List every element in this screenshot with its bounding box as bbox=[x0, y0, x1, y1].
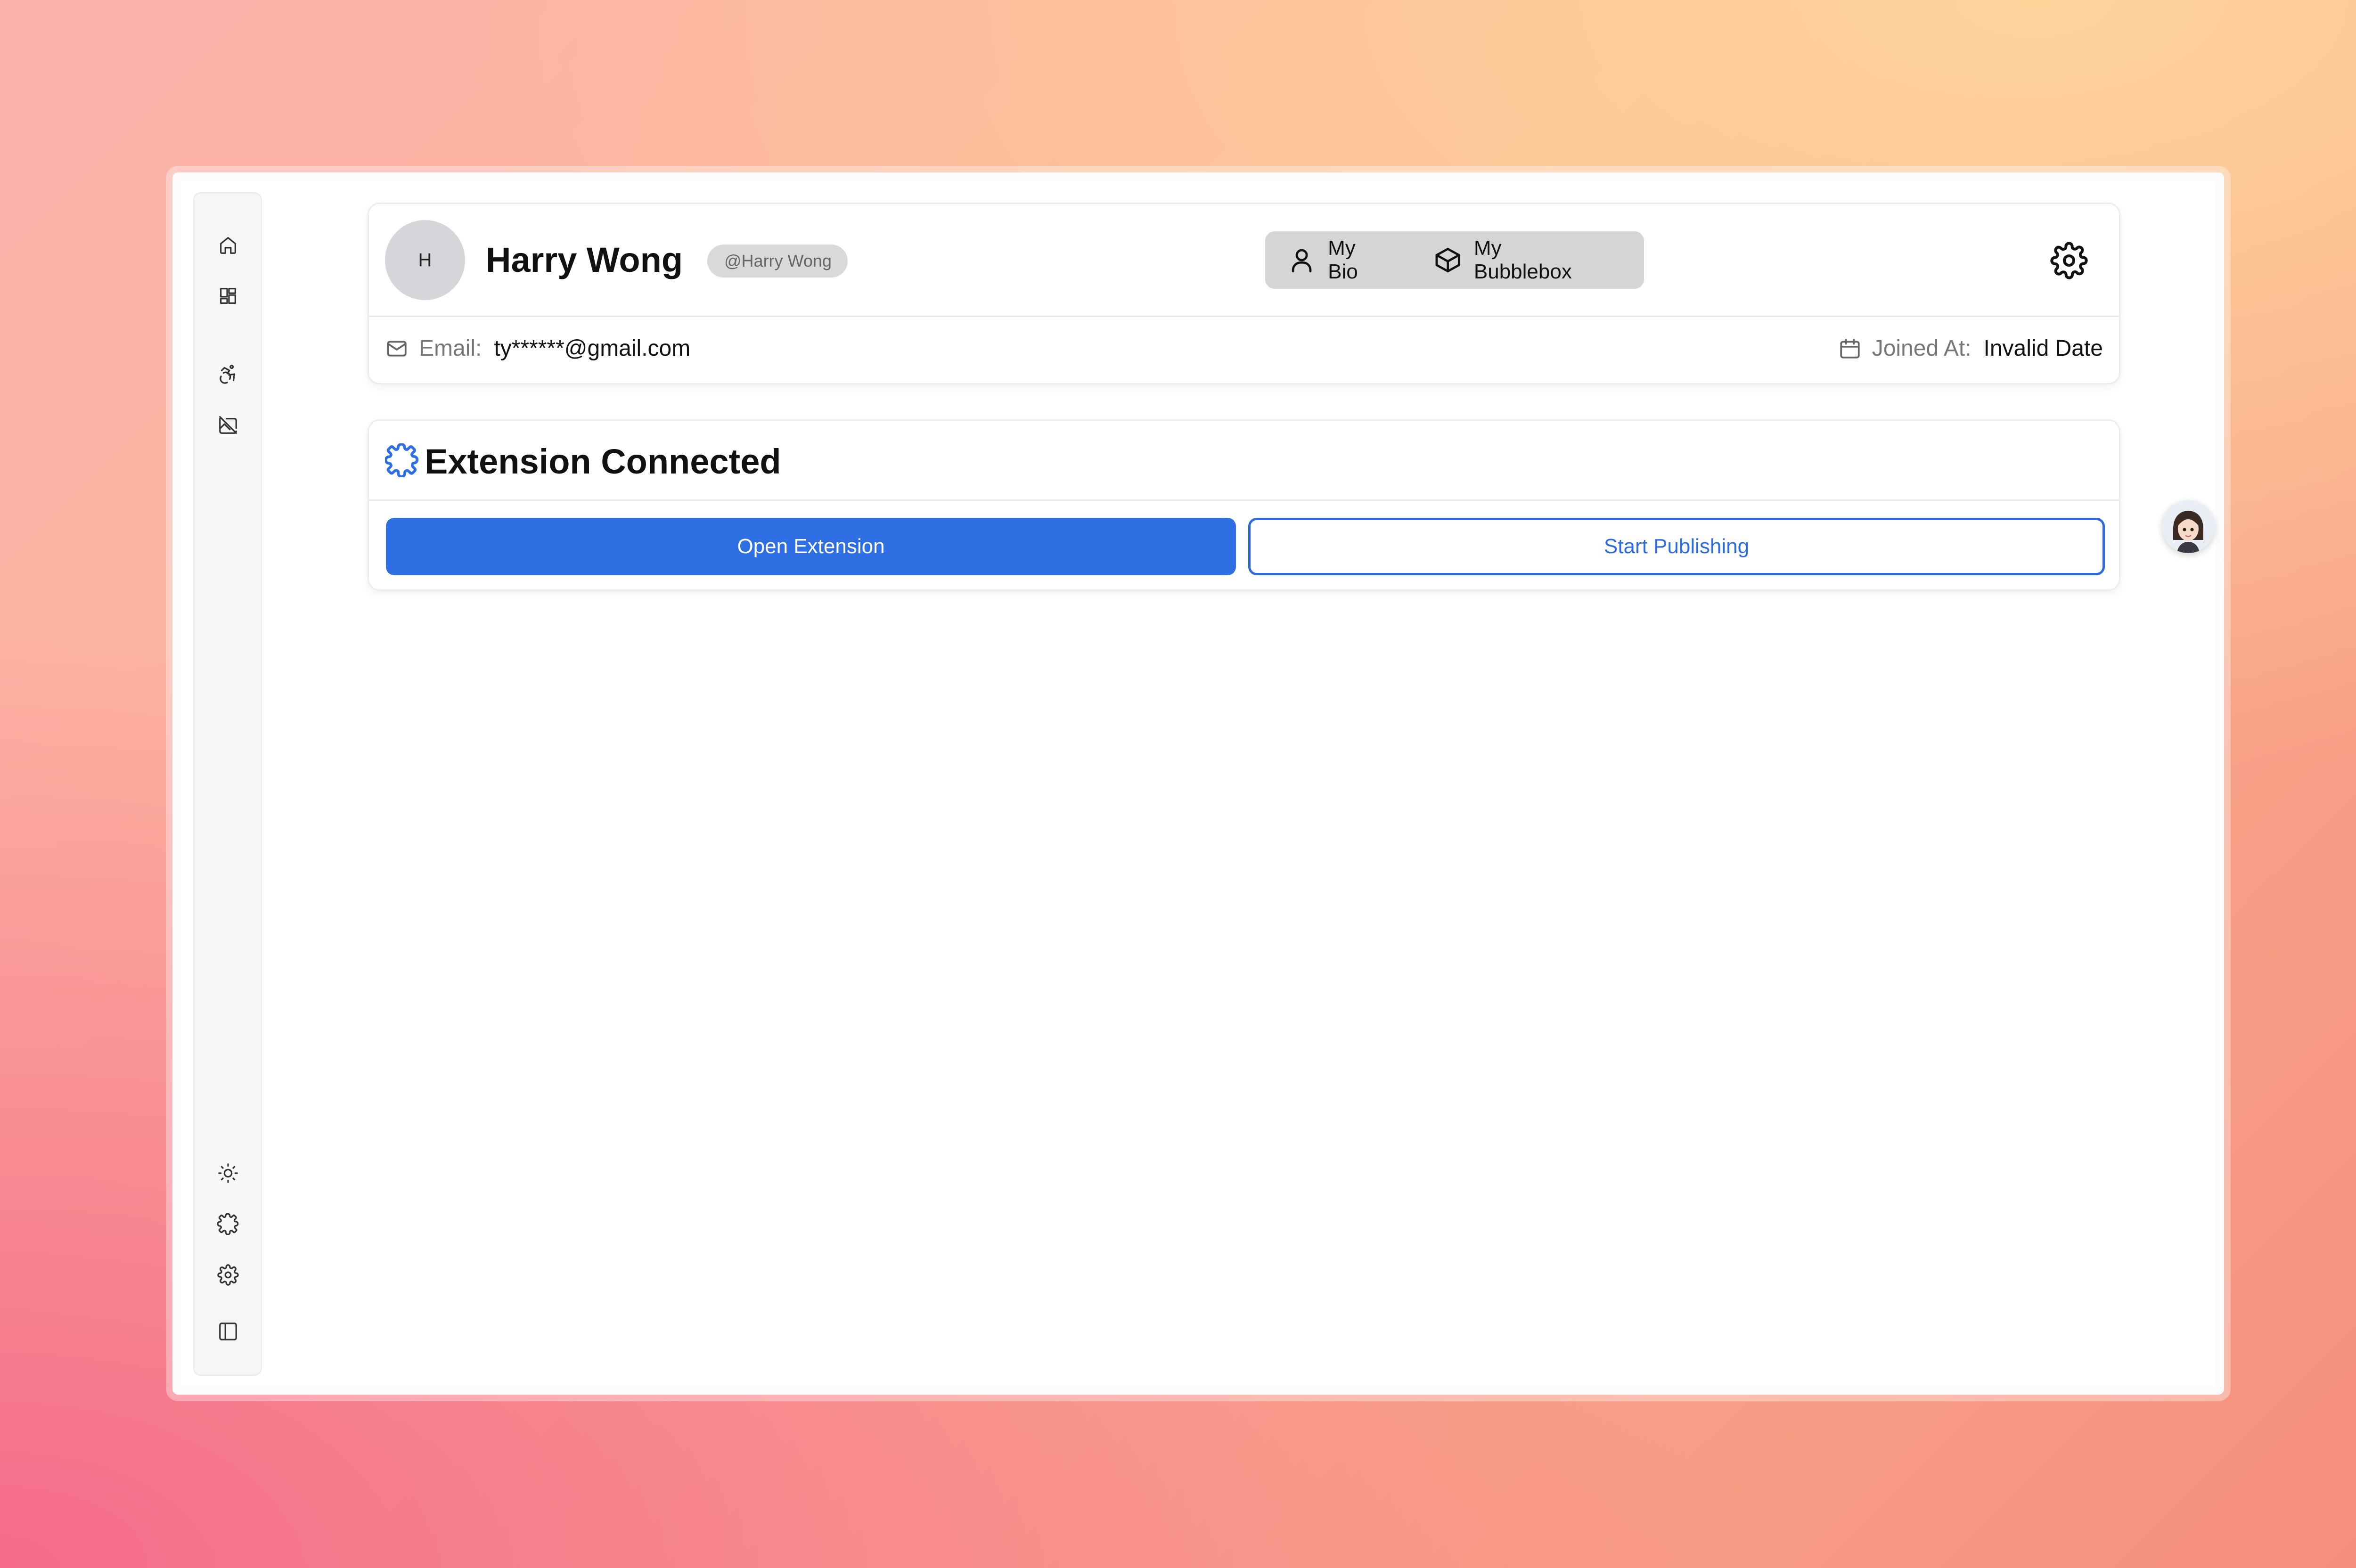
avatar[interactable]: H bbox=[385, 220, 465, 300]
profile-details: Email: ty******@gmail.com Joined At: Inv… bbox=[369, 318, 2119, 384]
puzzle-icon[interactable] bbox=[216, 1212, 240, 1236]
open-extension-button[interactable]: Open Extension bbox=[386, 518, 1236, 575]
extension-card: Extension Connected Open Extension Start… bbox=[368, 419, 2120, 591]
email-value: ty******@gmail.com bbox=[494, 336, 691, 361]
profile-header: H Harry Wong @Harry Wong My Bio My Bubbl… bbox=[369, 204, 2119, 317]
extension-title: Extension Connected bbox=[425, 442, 781, 481]
joined-info: Joined At: Invalid Date bbox=[1838, 335, 2103, 361]
tab-my-bubblebox[interactable]: My Bubblebox bbox=[1433, 237, 1600, 284]
tab-label: My Bio bbox=[1328, 237, 1358, 283]
accessibility-icon[interactable] bbox=[216, 362, 240, 386]
tab-my-bio[interactable]: My Bio bbox=[1287, 237, 1389, 284]
email-info: Email: ty******@gmail.com bbox=[385, 335, 690, 361]
app-content: H Harry Wong @Harry Wong My Bio My Bubbl… bbox=[181, 181, 2216, 1386]
tab-label: My Bubblebox bbox=[1473, 237, 1572, 283]
box-icon bbox=[1435, 247, 1460, 273]
profile-tabs: My Bio My Bubblebox bbox=[1265, 231, 1644, 289]
image-off-icon[interactable] bbox=[216, 413, 240, 437]
gear-icon bbox=[2050, 242, 2088, 279]
dashboard-icon[interactable] bbox=[216, 284, 240, 308]
email-label: Email: bbox=[419, 336, 482, 361]
joined-value: Invalid Date bbox=[1983, 336, 2103, 361]
username-badge: @Harry Wong bbox=[707, 245, 848, 278]
calendar-icon bbox=[1840, 338, 1860, 359]
home-icon[interactable] bbox=[216, 233, 240, 257]
extension-header: Extension Connected bbox=[369, 421, 2119, 501]
assistant-avatar-icon bbox=[2162, 500, 2215, 553]
joined-label: Joined At: bbox=[1872, 336, 1972, 361]
sidebar bbox=[193, 192, 262, 1376]
panel-left-icon[interactable] bbox=[216, 1320, 240, 1343]
app-window: H Harry Wong @Harry Wong My Bio My Bubbl… bbox=[172, 172, 2224, 1395]
profile-name: Harry Wong bbox=[486, 240, 683, 279]
user-icon bbox=[1292, 249, 1312, 273]
assistant-avatar[interactable] bbox=[2162, 500, 2215, 553]
settings-icon[interactable] bbox=[216, 1263, 240, 1287]
start-publishing-button[interactable]: Start Publishing bbox=[1248, 518, 2105, 575]
mail-icon bbox=[387, 341, 407, 356]
puzzle-icon bbox=[384, 442, 419, 478]
sun-icon[interactable] bbox=[216, 1161, 240, 1185]
profile-card: H Harry Wong @Harry Wong My Bio My Bubbl… bbox=[368, 203, 2120, 384]
profile-settings-button[interactable] bbox=[2050, 242, 2088, 279]
